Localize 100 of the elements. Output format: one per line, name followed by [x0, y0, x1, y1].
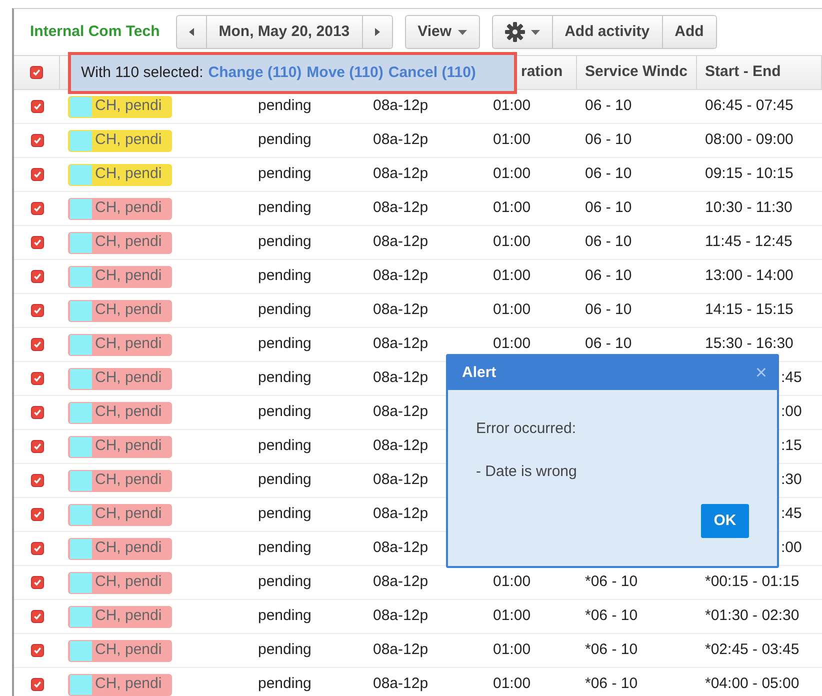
table-cell-text: 08a-12p [373, 96, 428, 116]
column-header[interactable]: ration [521, 61, 563, 84]
table-cell-text: 14:15 - 15:15 [705, 300, 794, 320]
activity-tag[interactable]: CH, pendi [68, 96, 172, 118]
activity-tag[interactable]: CH, pendi [68, 300, 172, 322]
table-cell-text: 08a-12p [373, 402, 428, 422]
table-cell-text: 08a-12p [373, 334, 428, 354]
table-cell-text: 06 - 10 [585, 334, 632, 354]
activity-tag[interactable]: CH, pendi [68, 640, 172, 662]
table-cell-text: pending [258, 470, 312, 490]
activity-tag[interactable]: CH, pendi [68, 572, 172, 594]
view-button[interactable]: View [404, 15, 480, 49]
activity-tag[interactable]: CH, pendi [68, 402, 172, 424]
ok-button[interactable]: OK [701, 504, 749, 538]
activity-tag[interactable]: CH, pendi [68, 674, 172, 696]
table-cell-text: 01:00 [493, 130, 531, 150]
table-cell-text: 01:00 [493, 96, 531, 116]
table-cell-text: *06 - 10 [585, 674, 638, 694]
table-cell-text: 06 - 10 [585, 164, 632, 184]
table-cell-text: :00 [781, 538, 802, 558]
toolbar-button[interactable]: Add activity [552, 15, 663, 49]
table-cell-text: *06 - 10 [585, 572, 638, 592]
table-cell-text: 08:00 - 09:00 [705, 130, 794, 150]
table-cell-text: :00 [781, 402, 802, 422]
table-cell-text: pending [258, 232, 312, 252]
table-cell-text: 08a-12p [373, 300, 428, 320]
selection-text: With 110 selected: [81, 62, 204, 83]
table-cell-text: pending [258, 334, 312, 354]
table-cell-text: 08a-12p [373, 504, 428, 524]
selection-link[interactable]: Cancel (110) [388, 62, 476, 84]
app-title: Internal Com Tech [30, 22, 160, 42]
table-cell-text: 08a-12p [373, 436, 428, 456]
table-cell-text: 15:30 - 16:30 [705, 334, 794, 354]
table-cell-text: 09:15 - 10:15 [705, 164, 794, 184]
table-cell-text: :15 [781, 436, 802, 456]
table-cell-text: :30 [781, 470, 802, 490]
column-header[interactable]: Start - End [705, 61, 781, 84]
table-cell-text: 01:00 [493, 606, 531, 626]
table-cell-text: *06 - 10 [585, 640, 638, 660]
table-cell-text: pending [258, 504, 312, 524]
table-cell-text: 06 - 10 [585, 130, 632, 150]
table-cell-text: pending [258, 96, 312, 116]
table-cell-text: 01:00 [493, 334, 531, 354]
table-cell-text: 08a-12p [373, 538, 428, 558]
table-cell-text: pending [258, 402, 312, 422]
activity-tag[interactable]: CH, pendi [68, 436, 172, 458]
toolbar-button[interactable]: Add [662, 15, 717, 49]
table-cell-text: pending [258, 640, 312, 660]
table-cell-text: 01:00 [493, 640, 531, 660]
table-cell-text: *01:30 - 02:30 [705, 606, 800, 626]
table-cell-text: pending [258, 300, 312, 320]
table-cell-text: 01:00 [493, 232, 531, 252]
table-cell-text: pending [258, 436, 312, 456]
activity-tag[interactable]: CH, pendi [68, 606, 172, 628]
table-cell-text: pending [258, 572, 312, 592]
table-cell-text: pending [258, 674, 312, 694]
selection-link[interactable]: Move (110) [306, 62, 384, 84]
activity-tag[interactable]: CH, pendi [68, 470, 172, 492]
table-cell-text: pending [258, 606, 312, 626]
activity-tag[interactable]: CH, pendi [68, 266, 172, 288]
table-cell-text: 08a-12p [373, 266, 428, 286]
table-cell-text: 08a-12p [373, 674, 428, 694]
date-button[interactable]: Mon, May 20, 2013 [206, 15, 363, 49]
table-cell-text: pending [258, 130, 312, 150]
dialog-title: Alert [462, 362, 496, 383]
activity-tag[interactable]: CH, pendi [68, 368, 172, 390]
table-cell-text: 08a-12p [373, 606, 428, 626]
table-cell-text: :45 [781, 368, 802, 388]
dialog-message: - Date is wrong [476, 462, 578, 482]
table-cell-text: pending [258, 368, 312, 388]
column-header[interactable]: Service Windc [585, 61, 688, 84]
table-cell-text: 06 - 10 [585, 300, 632, 320]
table-cell-text: 01:00 [493, 572, 531, 592]
activity-tag[interactable]: CH, pendi [68, 164, 172, 186]
activity-tag[interactable]: CH, pendi [68, 198, 172, 220]
table-cell-text: 08a-12p [373, 470, 428, 490]
table-cell-text: 01:00 [493, 164, 531, 184]
table-cell-text: 06:45 - 07:45 [705, 96, 794, 116]
table-cell-text: 08a-12p [373, 572, 428, 592]
table-cell-text: 08a-12p [373, 198, 428, 218]
table-cell-text: 08a-12p [373, 640, 428, 660]
table-cell-text: 08a-12p [373, 368, 428, 388]
activity-tag[interactable]: CH, pendi [68, 538, 172, 560]
table-cell-text: 01:00 [493, 198, 531, 218]
table-cell-text: 10:30 - 11:30 [705, 198, 792, 218]
table-cell-text: 11:45 - 12:45 [705, 232, 792, 252]
table-cell-text: 08a-12p [373, 130, 428, 150]
table-cell-text: *06 - 10 [585, 606, 638, 626]
activity-tag[interactable]: CH, pendi [68, 130, 172, 152]
table-cell-text: 01:00 [493, 300, 531, 320]
activity-tag[interactable]: CH, pendi [68, 232, 172, 254]
close-button[interactable]: × [755, 363, 767, 383]
table-cell-text: 06 - 10 [585, 266, 632, 286]
table-cell-text: :45 [781, 504, 802, 524]
activity-tag[interactable]: CH, pendi [68, 334, 172, 356]
table-cell-text: 06 - 10 [585, 232, 632, 252]
table-cell-text: 06 - 10 [585, 96, 632, 116]
table-cell-text: 08a-12p [373, 164, 428, 184]
selection-link[interactable]: Change (110) [208, 62, 302, 84]
activity-tag[interactable]: CH, pendi [68, 504, 172, 526]
